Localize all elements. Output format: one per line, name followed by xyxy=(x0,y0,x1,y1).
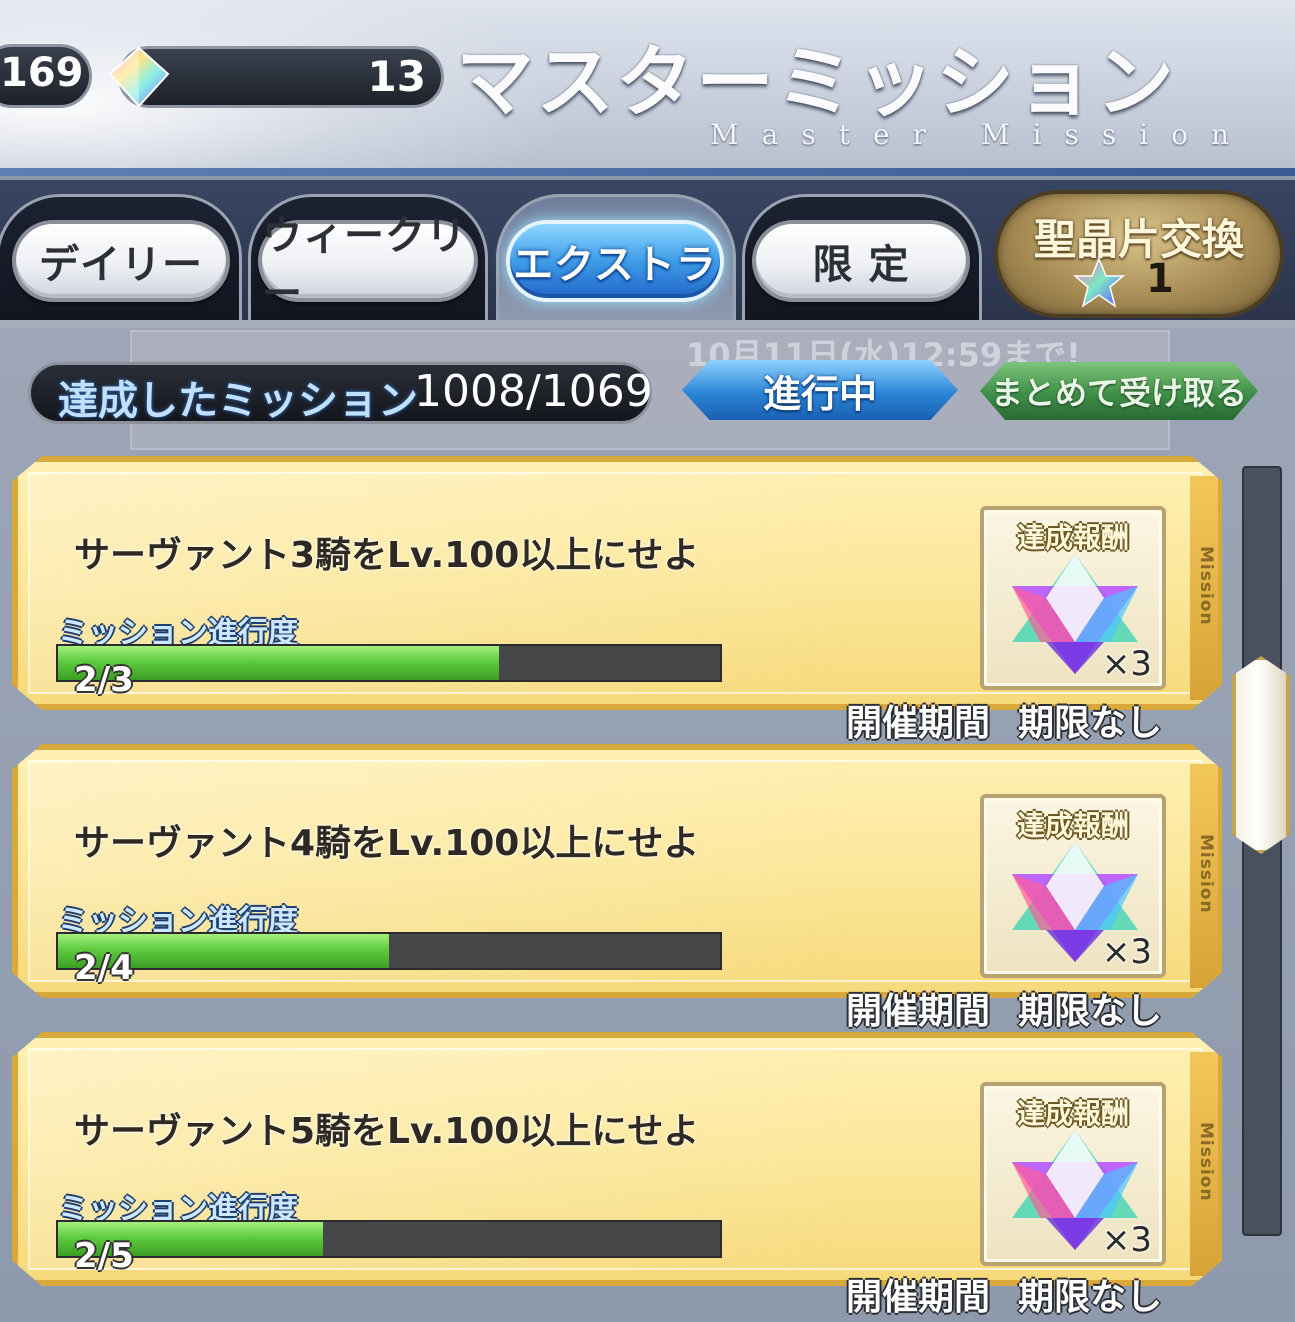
mission-progress-value: 2/3 xyxy=(74,660,134,700)
mission-reward-quantity: ×3 xyxy=(1101,932,1152,972)
mission-card[interactable]: Mission サーヴァント3騎をLv.100以上にせよ ミッション進行度 2/… xyxy=(12,456,1222,710)
mission-period-label: 開催期間 xyxy=(846,703,991,744)
left-counter-value: 169 xyxy=(0,50,84,96)
mission-side-label: Mission xyxy=(1196,546,1216,626)
fragment-exchange-button[interactable]: 聖晶片交換 1 xyxy=(994,190,1284,318)
mission-period: 開催期間 期限なし xyxy=(846,1268,1162,1320)
saint-quartz-count: 13 xyxy=(367,52,426,101)
mission-period: 開催期間 期限なし xyxy=(846,982,1162,1034)
saint-quartz-icon xyxy=(108,46,170,108)
achieved-missions-value: 1008/1069 xyxy=(414,366,653,417)
mission-description: サーヴァント3騎をLv.100以上にせよ xyxy=(74,535,700,576)
tab-daily[interactable]: デイリー xyxy=(12,220,230,302)
header-band xyxy=(0,168,1295,176)
mission-progress-value: 2/5 xyxy=(74,1236,134,1276)
tab-floor xyxy=(0,320,1295,328)
mission-period-label: 開催期間 xyxy=(846,1277,991,1318)
mission-progress-bar xyxy=(56,1220,722,1258)
claim-all-button[interactable]: まとめて受け取る xyxy=(980,362,1258,420)
mission-reward-label: 達成報酬 xyxy=(1016,521,1129,554)
fragment-count: 1 xyxy=(1146,256,1174,302)
mission-description: サーヴァント4騎をLv.100以上にせよ xyxy=(74,823,700,864)
mission-side-label: Mission xyxy=(1196,1122,1216,1202)
mission-side-label: Mission xyxy=(1196,834,1216,914)
mission-reward-box[interactable]: 達成報酬 ×3 xyxy=(980,1082,1166,1266)
tab-limited[interactable]: 限 定 xyxy=(752,220,970,302)
mission-progress-bar xyxy=(56,932,722,970)
page-subtitle: Master Mission xyxy=(710,118,1253,151)
mission-progress-value: 2/4 xyxy=(74,948,134,988)
mission-card[interactable]: Mission サーヴァント5騎をLv.100以上にせよ ミッション進行度 2/… xyxy=(12,1032,1222,1286)
mission-period-value: 期限なし xyxy=(1018,991,1163,1032)
scrollbar-thumb[interactable] xyxy=(1232,656,1290,854)
page-title: マスターミッション xyxy=(456,37,1177,128)
mission-description: サーヴァント5騎をLv.100以上にせよ xyxy=(74,1111,700,1152)
mission-reward-box[interactable]: 達成報酬 ×3 xyxy=(980,506,1166,690)
mission-reward-label: 達成報酬 xyxy=(1016,1097,1129,1130)
mission-period-value: 期限なし xyxy=(1018,1277,1163,1318)
saint-quartz-fragment-icon xyxy=(1072,257,1126,308)
mission-period: 開催期間 期限なし xyxy=(846,694,1162,746)
mission-period-value: 期限なし xyxy=(1018,703,1163,744)
mission-reward-quantity: ×3 xyxy=(1101,644,1152,684)
fragment-exchange-label: 聖晶片交換 xyxy=(1033,215,1244,264)
tab-extra[interactable]: エクストラ xyxy=(506,220,724,302)
mission-reward-quantity: ×3 xyxy=(1101,1220,1152,1260)
achieved-missions-label: 達成したミッション xyxy=(58,378,418,424)
mission-progress-bar xyxy=(56,644,722,682)
mission-card[interactable]: Mission サーヴァント4騎をLv.100以上にせよ ミッション進行度 2/… xyxy=(12,744,1222,998)
mission-period-label: 開催期間 xyxy=(846,991,991,1032)
mission-reward-box[interactable]: 達成報酬 ×3 xyxy=(980,794,1166,978)
mission-reward-label: 達成報酬 xyxy=(1016,809,1129,842)
tab-weekly[interactable]: ウィークリー xyxy=(258,213,478,317)
in-progress-filter-button[interactable]: 進行中 xyxy=(682,360,958,420)
